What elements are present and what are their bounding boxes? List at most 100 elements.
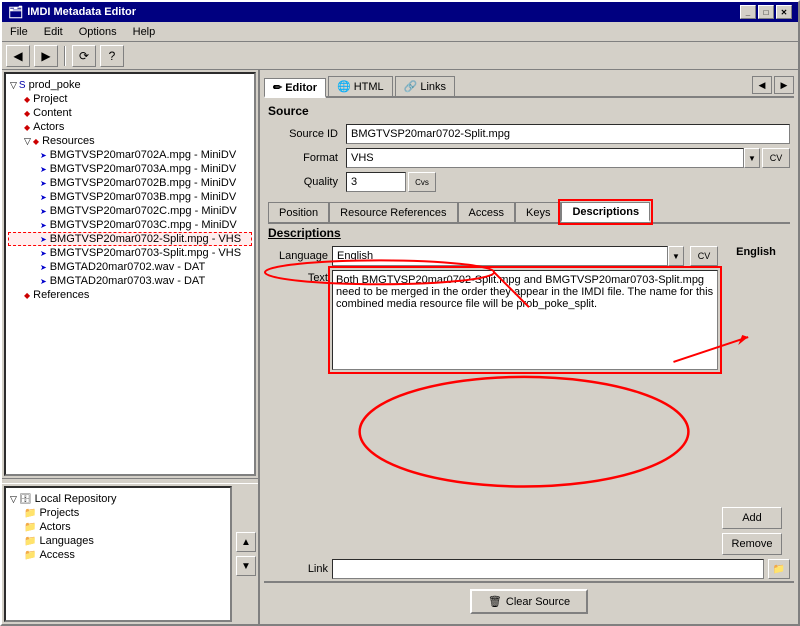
- tree-item-label: Projects: [39, 507, 79, 519]
- tree-item-label: BMGTAD20mar0703.wav - DAT: [50, 275, 205, 287]
- tree-item-file8[interactable]: ➤ BMGTVSP20mar0703-Split.mpg - VHS: [8, 246, 252, 260]
- tree-item-resources[interactable]: ▽ ◆ Resources: [8, 134, 252, 148]
- remove-button[interactable]: Remove: [722, 533, 782, 555]
- arrow-icon: ➤: [40, 207, 47, 216]
- arrow-icon: ➤: [40, 179, 47, 188]
- folder-icon: 📁: [24, 522, 36, 533]
- menu-options[interactable]: Options: [75, 25, 121, 39]
- menu-file[interactable]: File: [6, 25, 32, 39]
- tree-item-access[interactable]: 📁 Access: [8, 548, 228, 562]
- close-button[interactable]: ✕: [776, 5, 792, 19]
- tree-item-file9[interactable]: ➤ BMGTAD20mar0702.wav - DAT: [8, 260, 252, 274]
- forward-button[interactable]: ▶: [34, 45, 58, 67]
- language-row: Language ▼ CV: [268, 246, 718, 266]
- quality-label: Quality: [268, 176, 338, 188]
- tree-item-actors[interactable]: ◆ Actors: [8, 120, 252, 134]
- format-label: Format: [268, 152, 338, 164]
- link-input[interactable]: [332, 559, 764, 579]
- tree-item-file3[interactable]: ➤ BMGTVSP20mar0702B.mpg - MiniDV: [8, 176, 252, 190]
- arrow-icon: ➤: [40, 263, 47, 272]
- format-cv-button[interactable]: CV: [762, 148, 790, 168]
- tab-editor-icon: ✏: [273, 81, 282, 94]
- format-dropdown-arrow[interactable]: ▼: [744, 148, 760, 168]
- source-id-input[interactable]: [346, 124, 790, 144]
- tree-item-label: BMGTVSP20mar0703B.mpg - MiniDV: [50, 191, 236, 203]
- title-bar: 🗂 IMDI Metadata Editor _ □ ✕: [2, 2, 798, 22]
- inner-tab-keys[interactable]: Keys: [515, 202, 561, 222]
- title-bar-left: 🗂 IMDI Metadata Editor: [8, 5, 136, 19]
- inner-tab-access[interactable]: Access: [458, 202, 515, 222]
- tree-item-content[interactable]: ◆ Content: [8, 106, 252, 120]
- diamond-icon: ◆: [33, 137, 39, 146]
- descriptions-content: Language ▼ CV Text Both BMGTVSP20ma: [268, 246, 790, 555]
- add-remove-buttons: Add Remove: [722, 507, 790, 555]
- clear-source-button[interactable]: 🗑 Clear Source: [470, 589, 588, 614]
- arrow-icon: ➤: [40, 193, 47, 202]
- quality-input[interactable]: [346, 172, 406, 192]
- right-panel: ✏ Editor 🌐 HTML 🔗 Links ◀ ▶: [260, 70, 798, 624]
- left-bottom-area: ▽ 🗄 Local Repository 📁 Projects 📁 Actors: [2, 484, 258, 624]
- menu-edit[interactable]: Edit: [40, 25, 67, 39]
- description-text-area[interactable]: Both BMGTVSP20mar0702-Split.mpg and BMGT…: [332, 270, 718, 370]
- move-down-button[interactable]: ▼: [236, 556, 256, 576]
- arrow-icon: ➤: [40, 165, 47, 174]
- tab-prev-button[interactable]: ◀: [752, 76, 772, 94]
- inner-tab-bar: Position Resource References Access Keys…: [268, 202, 790, 224]
- tab-links[interactable]: 🔗 Links: [395, 76, 455, 96]
- text-row: Text Both BMGTVSP20mar0702-Split.mpg and…: [268, 270, 718, 555]
- refresh-button[interactable]: ⟳: [72, 45, 96, 67]
- tree-item-prod-poke[interactable]: ▽ S prod_poke: [8, 78, 252, 92]
- expand-icon: ▽: [10, 80, 17, 91]
- tree-item-file5[interactable]: ➤ BMGTVSP20mar0702C.mpg - MiniDV: [8, 204, 252, 218]
- inner-tab-position[interactable]: Position: [268, 202, 329, 222]
- format-input[interactable]: [346, 148, 744, 168]
- descriptions-panel: Descriptions Language ▼ CV: [264, 224, 794, 581]
- inner-tab-resource-refs[interactable]: Resource References: [329, 202, 457, 222]
- tree-item-actors-bottom[interactable]: 📁 Actors: [8, 520, 228, 534]
- bottom-tree-container: ▽ 🗄 Local Repository 📁 Projects 📁 Actors: [2, 484, 234, 624]
- tree-item-label: BMGTVSP20mar0703-Split.mpg - VHS: [50, 247, 241, 259]
- toolbar: ◀ ▶ ⟳ ?: [2, 42, 798, 70]
- menu-help[interactable]: Help: [129, 25, 160, 39]
- descriptions-right-spacer: [722, 260, 790, 505]
- maximize-button[interactable]: □: [758, 5, 774, 19]
- tab-editor[interactable]: ✏ Editor: [264, 78, 326, 98]
- tree-item-label: BMGTVSP20mar0702-Split.mpg - VHS: [50, 233, 241, 245]
- language-dropdown-arrow[interactable]: ▼: [668, 246, 684, 266]
- tree-item-file1[interactable]: ➤ BMGTVSP20mar0702A.mpg - MiniDV: [8, 148, 252, 162]
- tree-item-label: BMGTVSP20mar0703A.mpg - MiniDV: [50, 163, 236, 175]
- tree-item-file10[interactable]: ➤ BMGTAD20mar0703.wav - DAT: [8, 274, 252, 288]
- back-button[interactable]: ◀: [6, 45, 30, 67]
- tree-item-label: Access: [39, 549, 74, 561]
- tree-item-file6[interactable]: ➤ BMGTVSP20mar0703C.mpg - MiniDV: [8, 218, 252, 232]
- tab-html-icon: 🌐: [337, 80, 351, 93]
- tree-item-file7-selected[interactable]: ➤ BMGTVSP20mar0702-Split.mpg - VHS: [8, 232, 252, 246]
- tree-item-references[interactable]: ◆ References: [8, 288, 252, 302]
- arrow-icon: ➤: [40, 277, 47, 286]
- move-up-button[interactable]: ▲: [236, 532, 256, 552]
- english-label: English: [722, 246, 790, 258]
- language-cv-button[interactable]: CV: [690, 246, 718, 266]
- quality-cv-button[interactable]: Cvs: [408, 172, 436, 192]
- language-label: Language: [268, 250, 328, 262]
- tree-item-projects[interactable]: 📁 Projects: [8, 506, 228, 520]
- right-panel-wrapper: ✏ Editor 🌐 HTML 🔗 Links ◀ ▶: [260, 70, 798, 624]
- tab-extra-buttons: ◀ ▶: [752, 76, 794, 96]
- tab-next-button[interactable]: ▶: [774, 76, 794, 94]
- tab-html[interactable]: 🌐 HTML: [328, 76, 393, 96]
- diamond-icon: ◆: [24, 123, 30, 132]
- tree-item-project[interactable]: ◆ Project: [8, 92, 252, 106]
- tree-item-local-repo[interactable]: ▽ 🗄 Local Repository: [8, 492, 228, 506]
- tree-item-label: Local Repository: [35, 493, 117, 505]
- tree-item-file2[interactable]: ➤ BMGTVSP20mar0703A.mpg - MiniDV: [8, 162, 252, 176]
- inner-tab-descriptions[interactable]: Descriptions: [561, 202, 650, 222]
- tree-item-label: References: [33, 289, 89, 301]
- link-browse-button[interactable]: 📁: [768, 559, 790, 579]
- tree-item-languages[interactable]: 📁 Languages: [8, 534, 228, 548]
- tree-item-file4[interactable]: ➤ BMGTVSP20mar0703B.mpg - MiniDV: [8, 190, 252, 204]
- minimize-button[interactable]: _: [740, 5, 756, 19]
- add-button[interactable]: Add: [722, 507, 782, 529]
- main-content: ▽ S prod_poke ◆ Project ◆ Content ◆ Acto…: [2, 70, 798, 624]
- help-button[interactable]: ?: [100, 45, 124, 67]
- language-input[interactable]: [332, 246, 668, 266]
